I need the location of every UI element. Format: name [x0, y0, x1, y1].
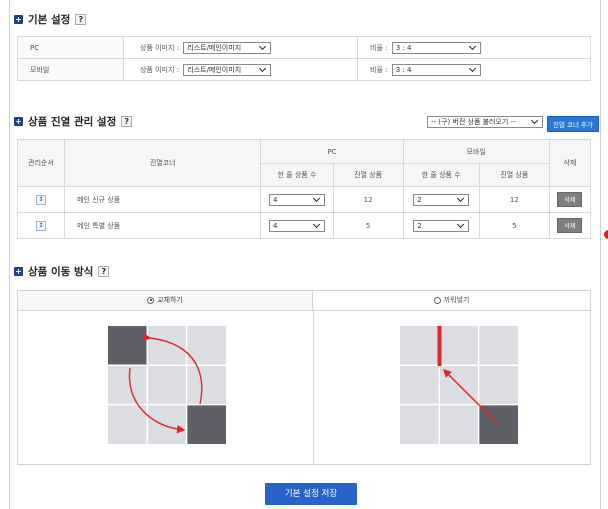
- load-old-products-select[interactable]: -- (구) 버전 상품 불러오기 --: [427, 116, 543, 128]
- table-row: ↕ 메인 특별 상품 4 5 2 5 삭제: [16, 212, 592, 239]
- dark-cell-bottom-right: [187, 405, 226, 444]
- chevron-down-icon: [312, 194, 321, 202]
- ratio-select[interactable]: 3 : 4: [391, 41, 481, 54]
- select-value: 4: [272, 195, 278, 204]
- option-insert[interactable]: 끼워넣기: [313, 291, 590, 311]
- reorder-icon[interactable]: ↕: [36, 220, 47, 231]
- col-order: 관리순서: [16, 139, 66, 187]
- basic-row-mobile: 모바일 상품 이미지 : 리스트/메인이미지 비율 : 3 : 4: [17, 58, 591, 81]
- col-delete: 삭제: [548, 139, 592, 187]
- select-value: 2: [417, 195, 422, 204]
- pc-per-row-select[interactable]: 4: [268, 193, 325, 206]
- image-select[interactable]: 리스트/메인이미지: [183, 63, 272, 76]
- basic-settings-header: + 기본 설정 ?: [14, 12, 87, 27]
- delete-cell: 삭제: [548, 186, 592, 213]
- insert-position-marker: [437, 326, 442, 366]
- basic-row-pc: PC 상품 이미지 : 리스트/메인이미지 비율 : 3 : 4: [17, 36, 591, 59]
- chevron-down-icon: [312, 220, 321, 228]
- col-mobile-per-row: 한 줄 상품 수: [402, 163, 480, 187]
- delete-button[interactable]: 삭제: [557, 218, 583, 233]
- help-icon[interactable]: ?: [75, 14, 87, 25]
- ratio-cell: 비율 : 3 : 4: [357, 58, 591, 81]
- image-label: 상품 이미지 :: [140, 65, 180, 74]
- ratio-cell: 비율 : 3 : 4: [357, 36, 591, 59]
- notification-dot: [604, 230, 608, 239]
- chevron-down-icon: [457, 194, 465, 202]
- display-table: 관리순서 진열코너 PC 모바일 삭제 한 줄 상품 수 진열 상품 한 줄 상…: [16, 139, 592, 239]
- save-settings-button[interactable]: 기본 설정 저장: [265, 483, 357, 505]
- chevron-down-icon: [259, 42, 267, 50]
- display-header-row: 관리순서 진열코너 PC 모바일 삭제: [16, 139, 592, 187]
- insert-diagram: [400, 326, 518, 444]
- pc-per-row-cell: 4: [260, 186, 334, 213]
- select-value: 2: [417, 221, 422, 230]
- section-bullet-icon: +: [14, 267, 23, 276]
- delete-button[interactable]: 삭제: [557, 192, 583, 207]
- pc-count: 5: [332, 212, 404, 239]
- image-cell: 상품 이미지 : 리스트/메인이미지: [123, 36, 358, 59]
- image-cell: 상품 이미지 : 리스트/메인이미지: [123, 58, 358, 81]
- panel-divider: [313, 311, 314, 465]
- basic-settings-title: 기본 설정: [28, 14, 71, 26]
- pc-per-row-select[interactable]: 4: [268, 219, 325, 232]
- display-settings-title: 상품 진열 관리 설정: [28, 116, 117, 128]
- col-pc-per-row: 한 줄 상품 수: [260, 163, 334, 187]
- reorder-icon[interactable]: ↕: [36, 194, 47, 205]
- chevron-down-icon: [530, 116, 539, 125]
- ratio-select-value: 3 : 4: [395, 65, 412, 74]
- display-settings-header: + 상품 진열 관리 설정 ?: [14, 114, 133, 129]
- corner-name: 메인 특별 상품: [64, 212, 262, 239]
- device-label: PC: [17, 36, 124, 59]
- col-pc: PC: [260, 139, 404, 164]
- corner-name: 메인 신규 상품: [64, 186, 262, 213]
- section-bullet-icon: +: [14, 15, 23, 24]
- chevron-down-icon: [457, 220, 465, 228]
- mobile-count: 12: [478, 186, 550, 213]
- chevron-down-icon: [468, 64, 476, 72]
- load-select-value: -- (구) 버전 상품 불러오기 --: [431, 118, 516, 126]
- col-mobile-count: 진열 상품: [478, 163, 550, 187]
- mobile-per-row-cell: 2: [402, 186, 480, 213]
- chevron-down-icon: [468, 42, 476, 50]
- select-value: 4: [272, 221, 278, 230]
- image-select-value: 리스트/메인이미지: [187, 65, 242, 74]
- col-corner: 진열코너: [64, 139, 262, 187]
- ratio-label: 비율 :: [370, 43, 388, 52]
- pc-per-row-cell: 4: [260, 212, 334, 239]
- pc-count: 12: [332, 186, 404, 213]
- delete-cell: 삭제: [548, 212, 592, 239]
- radio-unselected-icon[interactable]: [433, 296, 441, 304]
- order-cell: ↕: [16, 186, 66, 213]
- image-select-value: 리스트/메인이미지: [187, 43, 242, 52]
- mobile-count: 5: [478, 212, 550, 239]
- dark-cell-top-left: [108, 326, 147, 365]
- move-method-panel: 교체하기 끼워넣기: [17, 290, 591, 465]
- ratio-label: 비율 :: [370, 65, 388, 74]
- mobile-per-row-select[interactable]: 2: [413, 193, 470, 206]
- ratio-select[interactable]: 3 : 4: [391, 63, 481, 76]
- basic-settings-table: PC 상품 이미지 : 리스트/메인이미지 비율 : 3 : 4 모바일 상품 …: [17, 36, 591, 81]
- mobile-per-row-cell: 2: [402, 212, 480, 239]
- section-bullet-icon: +: [14, 117, 23, 126]
- col-pc-count: 진열 상품: [332, 163, 404, 187]
- image-select[interactable]: 리스트/메인이미지: [183, 41, 272, 54]
- help-icon[interactable]: ?: [121, 116, 133, 127]
- order-cell: ↕: [16, 212, 66, 239]
- option-swap-label: 교체하기: [157, 296, 183, 304]
- swap-diagram: [108, 326, 226, 444]
- add-corner-button[interactable]: 진열 코너 추가: [547, 116, 600, 132]
- option-insert-label: 끼워넣기: [443, 296, 470, 304]
- image-label: 상품 이미지 :: [140, 43, 180, 52]
- chevron-down-icon: [259, 64, 267, 72]
- ratio-select-value: 3 : 4: [395, 43, 412, 52]
- option-swap[interactable]: 교체하기: [18, 291, 313, 311]
- mobile-per-row-select[interactable]: 2: [413, 219, 470, 232]
- help-icon[interactable]: ?: [98, 266, 110, 277]
- table-row: ↕ 메인 신규 상품 4 12 2 12 삭제: [16, 186, 592, 213]
- radio-selected-icon[interactable]: [147, 296, 155, 304]
- move-method-title: 상품 이동 방식: [28, 266, 94, 278]
- device-label: 모바일: [17, 58, 124, 81]
- col-mobile: 모바일: [402, 139, 550, 164]
- move-method-header: + 상품 이동 방식 ?: [14, 264, 110, 279]
